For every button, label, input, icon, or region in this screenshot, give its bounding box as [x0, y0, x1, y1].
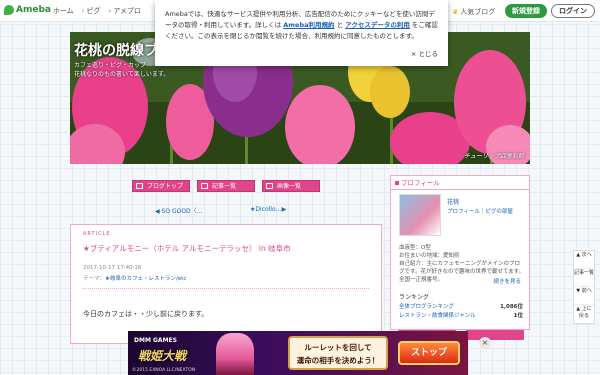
ranking-row[interactable]: 全体ブログランキング 1,086位: [399, 302, 523, 310]
article-list-button[interactable]: 記事一覧: [197, 180, 255, 192]
article-list-shortcut[interactable]: 記事一覧: [574, 269, 594, 287]
cookie-and: と: [336, 21, 344, 29]
ameba-leaf-icon: [4, 5, 14, 15]
nav-ameblo-link[interactable]: アメブロ: [108, 6, 141, 16]
ad-bubble-line2: 運命の相手を決めよう！: [296, 356, 380, 365]
image-list-button[interactable]: 画像一覧: [262, 180, 320, 192]
article-title[interactable]: ★ブティアルモニー（ホテル アルモニーテラッセ） in 岐阜市: [83, 243, 369, 254]
access-data-link[interactable]: アクセスデータの利用: [345, 21, 410, 29]
cookie-close-button[interactable]: × とじる: [411, 49, 438, 60]
login-button[interactable]: ログイン: [551, 4, 595, 18]
ameba-logo[interactable]: Ameba: [4, 5, 51, 15]
article-theme: テーマ：★岐阜のカフェ・レストラン/etc: [83, 274, 369, 282]
article-theme-link[interactable]: ★岐阜のカフェ・レストラン/etc: [105, 276, 186, 282]
global-nav: ホーム ピグ アメブロ: [48, 6, 141, 16]
crown-icon: ♛: [452, 8, 459, 16]
location: お住まいの地域：愛知県: [399, 253, 460, 259]
ranking-label: レストラン・飲食関係ジャンル: [399, 313, 476, 319]
ad-speech-bubble: ルーレットを回して 運命の相手を決めよう！: [288, 336, 388, 370]
ad-bubble-line1: ルーレットを回して: [304, 343, 372, 352]
article-divider: [83, 288, 369, 289]
floating-nav: ▲ 次へ 記事一覧 ▼ 前へ ▲ 上に戻る: [573, 250, 595, 324]
brand-name: Ameba: [16, 5, 51, 15]
ad-character-image: [216, 333, 254, 375]
close-icon: ×: [410, 50, 417, 58]
register-button[interactable]: 新規登録: [505, 4, 547, 18]
popular-blog-label: 人気ブログ: [460, 8, 496, 16]
home-icon: [136, 183, 143, 189]
article-list-label: 記事一覧: [212, 183, 237, 190]
profile-sidebar: プロフィール 花桃 プロフィール｜ピグの部屋 血液型：O型 お住まいの地域：愛知…: [390, 175, 530, 330]
next-button[interactable]: ▲ 次へ: [574, 251, 594, 269]
ranking-label: 全体ブログランキング: [399, 304, 454, 310]
article-tag: ARTICLE: [83, 231, 111, 237]
blog-description-line2: 花桃なりのもの書いて楽しいます。: [74, 71, 170, 78]
article-theme-label: テーマ：: [83, 276, 106, 282]
prev-article-link[interactable]: ◀ SO GOOD〈…: [155, 206, 203, 216]
cookie-consent-popup: Amebaでは、快適なサービス提供や利用分析、広告配信のためにクッキーなどを使い…: [155, 0, 448, 66]
profile-name[interactable]: 花桃: [447, 197, 459, 206]
popular-blog-link[interactable]: ♛ 人気ブログ: [452, 7, 495, 17]
ranking-value: 1位: [513, 313, 523, 319]
list-icon: [201, 183, 208, 189]
profile-links[interactable]: プロフィール｜ピグの部屋: [447, 207, 513, 215]
bottom-ad-banner[interactable]: DMM GAMES 戦姫大戦 ©2015 EXNOA LLC/NEXTON ルー…: [128, 331, 468, 375]
ad-copyright: ©2015 EXNOA LLC/NEXTON: [132, 368, 196, 373]
blog-top-label: ブログトップ: [147, 183, 184, 190]
next-article-link[interactable]: ★Dicollo…▶: [250, 206, 286, 216]
nav-home-link[interactable]: ホーム: [48, 6, 74, 16]
blog-title[interactable]: 花桃の脱線ブ: [74, 40, 158, 60]
profile-heading: プロフィール: [391, 176, 529, 190]
ad-close-button[interactable]: ×: [479, 337, 491, 349]
blood-type: 血液型：O型: [399, 245, 431, 251]
image-icon: [266, 183, 273, 189]
cookie-close-label: とじる: [418, 50, 439, 58]
nav-pigg-link[interactable]: ピグ: [82, 6, 100, 16]
ranking-title: ランキング: [399, 294, 429, 301]
read-more-link[interactable]: 続きを見る: [493, 277, 521, 285]
ranking-value: 1,086位: [500, 304, 523, 310]
ad-maker: DMM GAMES: [134, 337, 177, 344]
blog-description-line1: カフェ巡り・ピグ・カップ: [74, 62, 147, 69]
photo-caption: チューリップ四季彩館: [463, 153, 524, 160]
article-date: 2017-10-17 17:40:16: [83, 265, 142, 271]
article-body: 今日のカフェは・・少し前に戻ります。: [83, 310, 209, 318]
prev-button[interactable]: ▼ 前へ: [574, 287, 594, 305]
ad-stop-button[interactable]: ストップ: [398, 341, 460, 365]
blog-top-button[interactable]: ブログトップ: [132, 180, 190, 192]
sidebar-button-right[interactable]: [466, 330, 524, 340]
ranking-row[interactable]: レストラン・飲食関係ジャンル 1位: [399, 311, 523, 319]
image-list-label: 画像一覧: [277, 183, 302, 190]
terms-link[interactable]: Ameba利用規約: [283, 21, 334, 29]
scroll-top-button[interactable]: ▲ 上に戻る: [574, 305, 594, 323]
avatar[interactable]: [399, 194, 441, 236]
ad-game-logo: 戦姫大戦: [138, 349, 187, 363]
article-card: ARTICLE ★ブティアルモニー（ホテル アルモニーテラッセ） in 岐阜市 …: [70, 224, 382, 344]
